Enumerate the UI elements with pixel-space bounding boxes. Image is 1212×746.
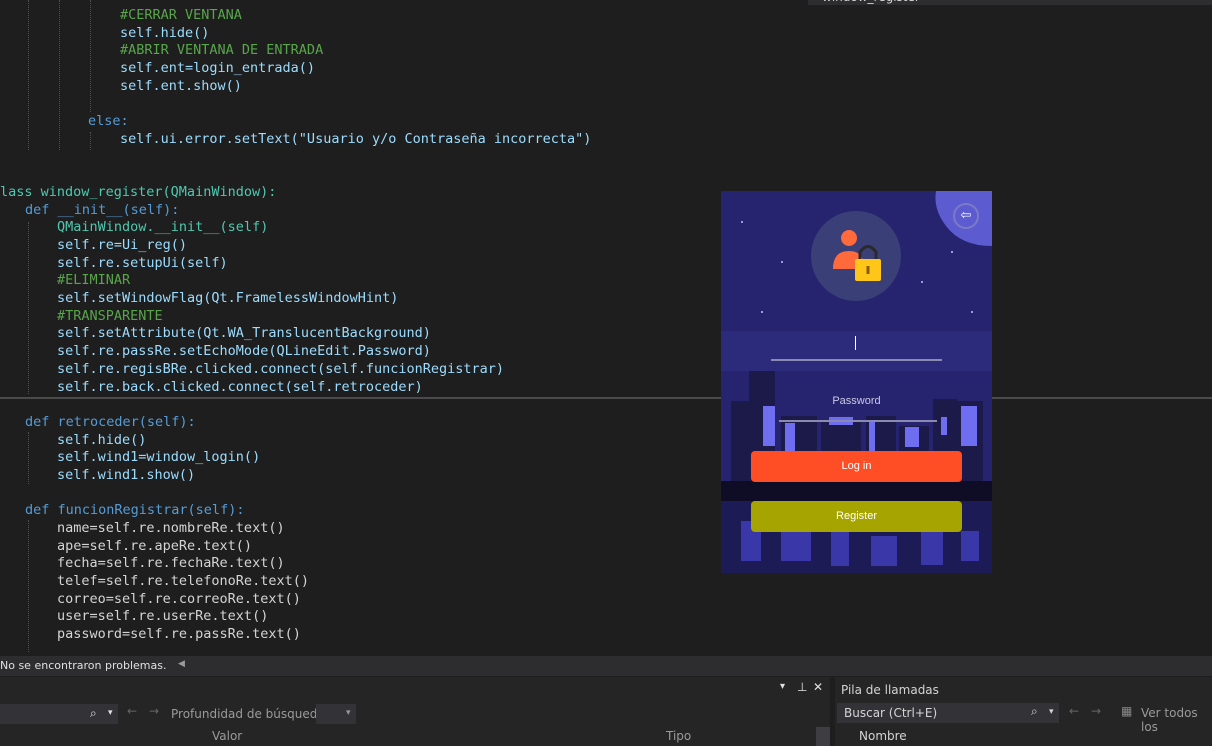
password-field-label[interactable]: Password bbox=[721, 395, 992, 407]
code-line[interactable]: def funcionRegistrar(self): bbox=[25, 502, 244, 520]
dropdown-arrow-icon[interactable]: ▾ bbox=[108, 708, 113, 718]
indent-guide bbox=[28, 432, 29, 484]
username-field-underline bbox=[771, 359, 942, 361]
code-line[interactable]: self.hide() bbox=[120, 25, 209, 43]
code-line[interactable]: #TRANSPARENTE bbox=[57, 308, 163, 326]
code-line[interactable]: self.re.back.clicked.connect(self.retroc… bbox=[57, 379, 423, 397]
scrollbar[interactable] bbox=[816, 727, 830, 746]
indent-guide bbox=[28, 0, 29, 150]
code-editor[interactable]: window_register #CERRAR VENTANA self.hid… bbox=[0, 0, 1212, 656]
code-line[interactable]: self.re.setupUi(self) bbox=[57, 255, 228, 273]
search-icon[interactable]: ⌕ bbox=[1031, 704, 1038, 719]
code-line[interactable]: fecha=self.re.fechaRe.text() bbox=[57, 555, 285, 573]
view-all-button[interactable]: Ver todos los bbox=[1141, 706, 1212, 734]
password-input[interactable] bbox=[779, 420, 937, 422]
indent-guide bbox=[90, 0, 91, 112]
dropdown-arrow-icon[interactable]: ▾ bbox=[346, 708, 351, 718]
code-line[interactable]: self.re.regisBRe.clicked.connect(self.fu… bbox=[57, 361, 504, 379]
code-line[interactable]: correo=self.re.correoRe.text() bbox=[57, 591, 301, 609]
code-line[interactable]: user=self.re.userRe.text() bbox=[57, 608, 268, 626]
code-line[interactable]: #ABRIR VENTANA DE ENTRADA bbox=[120, 42, 323, 60]
code-line-text: lass window_register(QMainWindow): bbox=[0, 184, 277, 200]
code-line[interactable]: #CERRAR VENTANA bbox=[120, 7, 242, 25]
back-arrow-icon[interactable]: ← bbox=[127, 704, 137, 718]
code-line[interactable]: self.setAttribute(Qt.WA_TranslucentBackg… bbox=[57, 325, 431, 343]
code-line[interactable]: def __init__(self): bbox=[25, 202, 179, 220]
code-line[interactable]: self.wind1=window_login() bbox=[57, 449, 260, 467]
panel-title: Pila de llamadas bbox=[841, 683, 939, 697]
code-line[interactable]: self.ent.show() bbox=[120, 78, 242, 96]
search-placeholder: Buscar (Ctrl+E) bbox=[844, 706, 938, 720]
column-header-valor[interactable]: Valor bbox=[212, 729, 242, 743]
indent-guide bbox=[28, 222, 29, 394]
column-header-nombre[interactable]: Nombre bbox=[859, 729, 907, 743]
code-line[interactable]: self.hide() bbox=[57, 432, 146, 450]
error-list-bar: No se encontraron problemas. ◀ bbox=[0, 656, 1212, 676]
pin-icon[interactable]: ⊥ bbox=[797, 680, 807, 694]
back-arrow-icon[interactable]: ← bbox=[1069, 704, 1079, 718]
username-input[interactable] bbox=[855, 336, 856, 350]
locals-panel: ⌕ ▾ ← → Profundidad de búsqueda: ▾ Valor… bbox=[0, 677, 830, 746]
indent-guide bbox=[28, 520, 29, 652]
avatar-lock-icon bbox=[811, 211, 901, 301]
code-line[interactable]: password=self.re.passRe.text() bbox=[57, 626, 301, 644]
login-button[interactable]: Log in bbox=[751, 451, 962, 482]
chevron-down-icon[interactable]: ▾ bbox=[780, 681, 785, 692]
column-header-tipo[interactable]: Tipo bbox=[666, 729, 691, 743]
close-icon[interactable]: ✕ bbox=[813, 680, 823, 694]
code-line-text: self.ent=login_entrada() bbox=[120, 60, 316, 76]
error-status-text: No se encontraron problemas. bbox=[0, 659, 167, 672]
code-line-text: self.ent.show() bbox=[120, 78, 242, 94]
code-line[interactable]: QMainWindow.__init__(self) bbox=[57, 219, 268, 237]
code-line-text: self.ui.error.setText("Usuario y/o Contr… bbox=[120, 131, 592, 147]
code-line[interactable]: name=self.re.nombreRe.text() bbox=[57, 520, 285, 538]
code-line[interactable]: ape=self.re.apeRe.text() bbox=[57, 538, 252, 556]
user-lock-icon bbox=[833, 230, 881, 281]
code-line[interactable]: self.setWindowFlag(Qt.FramelessWindowHin… bbox=[57, 290, 398, 308]
code-line-text: self.hide() bbox=[120, 25, 210, 41]
code-line[interactable]: self.ui.error.setText("Usuario y/o Contr… bbox=[120, 131, 591, 149]
scroll-left-icon[interactable]: ◀ bbox=[178, 659, 185, 669]
login-window[interactable]: ⇦ Password Log in Register bbox=[721, 191, 992, 573]
search-box[interactable] bbox=[0, 704, 118, 724]
search-icon[interactable]: ⌕ bbox=[90, 706, 97, 721]
exit-icon[interactable]: ⇦ bbox=[953, 203, 979, 229]
code-line[interactable]: self.wind1.show() bbox=[57, 467, 195, 485]
register-button[interactable]: Register bbox=[751, 501, 962, 532]
code-line[interactable]: #ELIMINAR bbox=[57, 272, 130, 290]
code-line[interactable]: lass window_register(QMainWindow): bbox=[0, 184, 276, 202]
forward-arrow-icon[interactable]: → bbox=[149, 704, 159, 718]
indent-guide bbox=[90, 132, 91, 150]
code-line[interactable]: self.re=Ui_reg() bbox=[57, 237, 187, 255]
call-stack-panel: Pila de llamadas Buscar (Ctrl+E) ⌕ ▾ ← →… bbox=[835, 677, 1212, 746]
code-line[interactable]: else: bbox=[88, 113, 129, 131]
grid-icon[interactable]: ▦ bbox=[1121, 704, 1132, 718]
code-line[interactable]: self.re.passRe.setEchoMode(QLineEdit.Pas… bbox=[57, 343, 431, 361]
editor-separator bbox=[0, 397, 1212, 399]
indent-guide bbox=[59, 0, 60, 150]
forward-arrow-icon[interactable]: → bbox=[1091, 704, 1101, 718]
document-tab-label[interactable]: window_register bbox=[822, 0, 920, 4]
dropdown-arrow-icon[interactable]: ▾ bbox=[1049, 707, 1054, 717]
code-line[interactable]: def retroceder(self): bbox=[25, 414, 196, 432]
code-line-text: def __init__(self): bbox=[25, 202, 180, 218]
search-depth-label: Profundidad de búsqueda: bbox=[171, 707, 329, 721]
code-line[interactable]: self.ent=login_entrada() bbox=[120, 60, 315, 78]
code-line[interactable]: telef=self.re.telefonoRe.text() bbox=[57, 573, 309, 591]
